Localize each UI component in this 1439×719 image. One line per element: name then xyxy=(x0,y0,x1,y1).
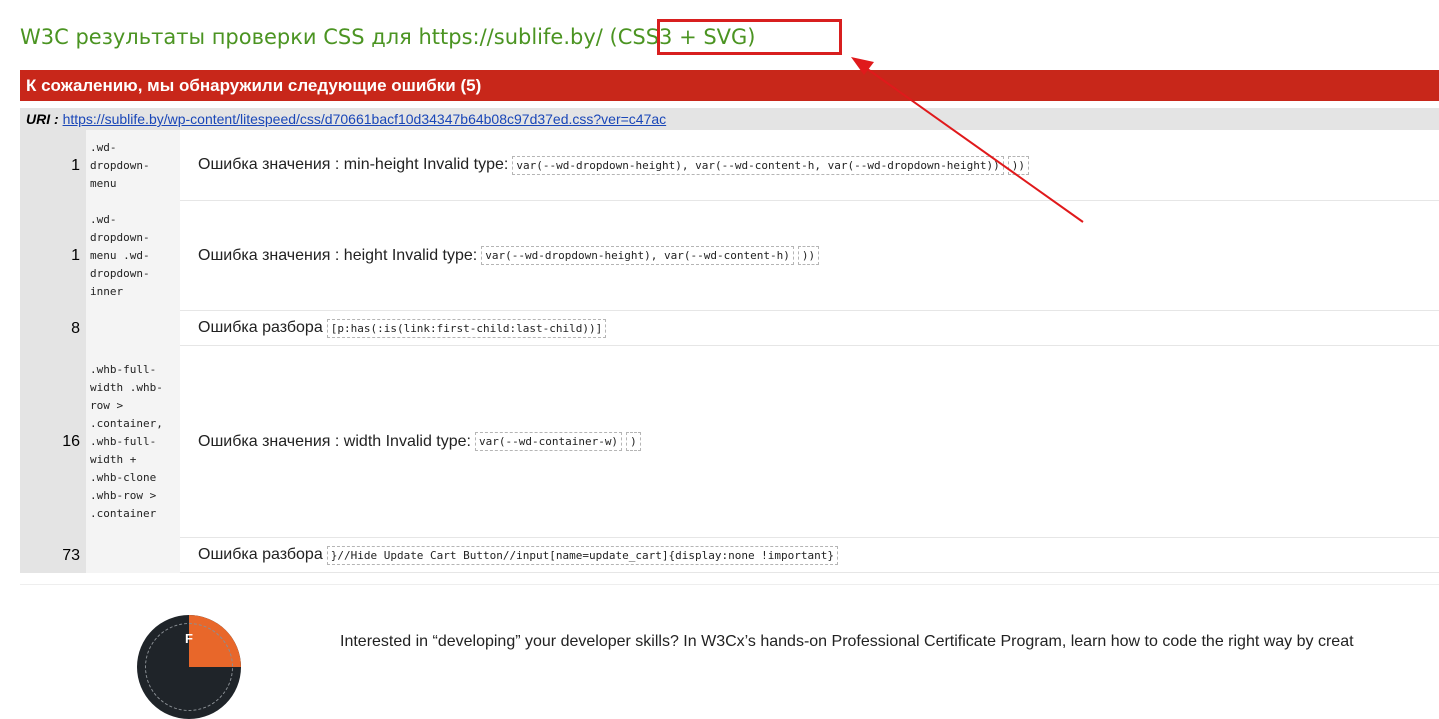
uri-label: URI : xyxy=(26,111,59,127)
page-title: W3C результаты проверки CSS для https://… xyxy=(20,22,756,52)
uri-row: URI : https://sublife.by/wp-content/lite… xyxy=(20,108,1439,130)
error-code-tail: ) xyxy=(626,432,641,451)
error-message-cell: Ошибка разбора [p:has(:is(link:first-chi… xyxy=(180,311,1439,346)
error-row-3: 8 Ошибка разбора [p:has(:is(link:first-c… xyxy=(20,311,1439,346)
section-divider xyxy=(20,584,1439,585)
error-context: .wd-dropdown-menu xyxy=(86,130,180,201)
error-message-cell: Ошибка значения : width Invalid type: va… xyxy=(180,346,1439,538)
w3cx-badge-logo: F xyxy=(137,615,241,719)
page-title-prefix: W3C результаты проверки CSS для https://… xyxy=(20,25,603,49)
error-code: var(--wd-dropdown-height), var(--wd-cont… xyxy=(481,246,794,265)
line-number: 8 xyxy=(20,311,86,346)
uri-link[interactable]: https://sublife.by/wp-content/litespeed/… xyxy=(63,111,667,127)
error-message: Ошибка значения : width Invalid type: xyxy=(198,432,471,450)
error-context: .wd-dropdown-menu .wd-dropdown-inner xyxy=(86,201,180,311)
promo-text: Interested in “developing” your develope… xyxy=(340,633,1354,650)
line-number: 73 xyxy=(20,538,86,573)
line-number: 16 xyxy=(20,346,86,538)
line-number: 1 xyxy=(20,130,86,201)
error-message-cell: Ошибка значения : height Invalid type: v… xyxy=(180,201,1439,311)
error-message: Ошибка значения : min-height Invalid typ… xyxy=(198,156,509,173)
error-message: Ошибка разбора xyxy=(198,546,323,563)
error-context xyxy=(86,538,180,573)
error-code: [p:has(:is(link:first-child:last-child))… xyxy=(326,318,607,338)
error-context: .whb-full-width .whb-row > .container, .… xyxy=(86,346,180,538)
error-code: var(--wd-container-w) xyxy=(474,432,623,451)
error-code-tail: )) xyxy=(797,246,820,265)
error-row-5: 73 Ошибка разбора }//Hide Update Cart Bu… xyxy=(20,538,1439,573)
error-message: Ошибка разбора xyxy=(198,319,323,336)
errors-header: К сожалению, мы обнаружили следующие оши… xyxy=(20,70,1439,101)
error-message-cell: Ошибка значения : min-height Invalid typ… xyxy=(180,130,1439,201)
error-code: }//Hide Update Cart Button//input[name=u… xyxy=(326,545,839,565)
highlight-annotation-box xyxy=(657,19,842,55)
badge-letter: F xyxy=(185,631,193,646)
error-code-tail: )) xyxy=(1007,155,1030,175)
error-row-4: 16 .whb-full-width .whb-row > .container… xyxy=(20,346,1439,538)
error-context xyxy=(86,311,180,346)
error-code: var(--wd-dropdown-height), var(--wd-cont… xyxy=(512,155,1004,175)
error-row-2: 1 .wd-dropdown-menu .wd-dropdown-inner О… xyxy=(20,201,1439,311)
error-row-1: 1 .wd-dropdown-menu Ошибка значения : mi… xyxy=(20,130,1439,201)
line-number: 1 xyxy=(20,201,86,311)
error-message-cell: Ошибка разбора }//Hide Update Cart Butto… xyxy=(180,538,1439,573)
error-message: Ошибка значения : height Invalid type: xyxy=(198,246,478,264)
